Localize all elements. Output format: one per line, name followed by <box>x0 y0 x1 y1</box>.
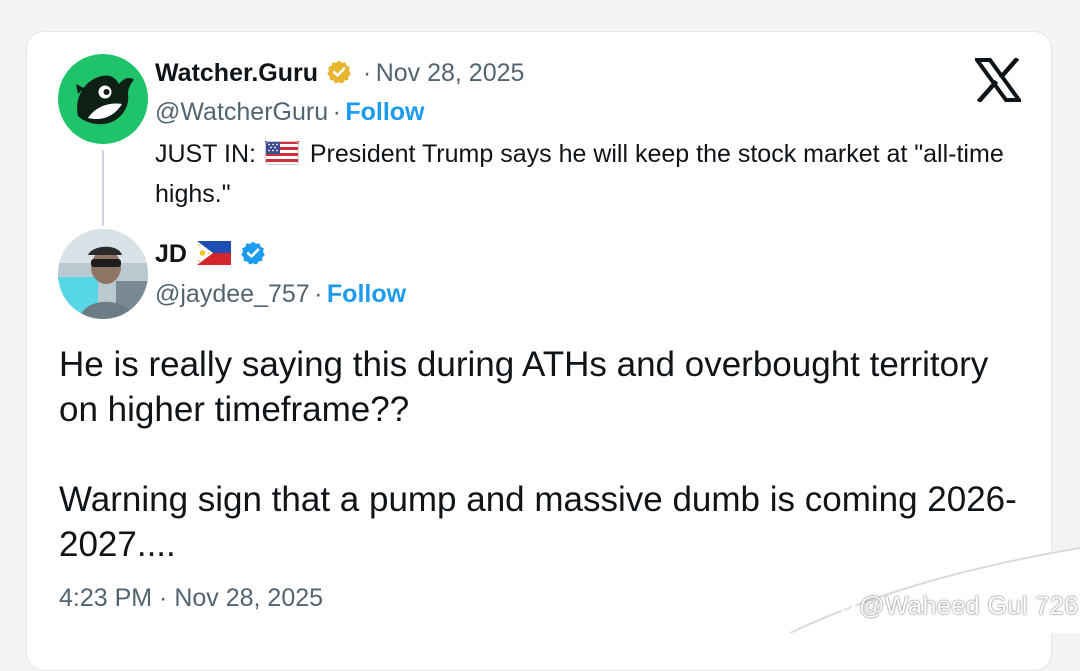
blue-verified-badge-icon <box>240 240 266 271</box>
post-author-name[interactable]: JD <box>155 240 187 268</box>
us-flag-icon <box>264 139 299 176</box>
post-author-handle[interactable]: @jaydee_757 <box>155 280 310 308</box>
post-timestamp[interactable]: 4:23 PM · Nov 28, 2025 <box>59 584 323 613</box>
quoted-post-header: Watcher.Guru · Nov 28, 2025 <box>155 59 524 90</box>
quoted-author-handle[interactable]: @WatcherGuru <box>155 98 328 126</box>
watermark-text: @Waheed Gul 726 <box>835 592 1079 623</box>
watermark-label: @Waheed Gul 726 <box>859 592 1079 620</box>
jd-avatar[interactable] <box>58 229 148 319</box>
quoted-post-text: JUST IN: President Trump says he will ke… <box>155 136 1015 213</box>
gold-verified-badge-icon <box>326 59 352 90</box>
quoted-author-name[interactable]: Watcher.Guru <box>155 59 318 87</box>
x-logo-icon[interactable] <box>973 56 1023 104</box>
post-paragraph: He is really saying this during ATHs and… <box>59 345 989 429</box>
post-handle-row: @jaydee_757 · Follow <box>155 280 407 308</box>
whale-logo-icon <box>76 75 134 125</box>
philippines-flag-icon <box>197 241 232 270</box>
follow-jaydee-button[interactable]: Follow <box>327 280 406 308</box>
quoted-handle-row: @WatcherGuru · Follow <box>155 98 425 126</box>
quoted-post-date[interactable]: Nov 28, 2025 <box>376 59 525 87</box>
post-header: JD <box>155 240 266 271</box>
quoted-text-prefix: JUST IN: <box>155 140 256 168</box>
follow-watcherguru-button[interactable]: Follow <box>345 98 424 126</box>
post-body: He is really saying this during ATHs and… <box>59 342 1029 567</box>
embedded-tweet-card[interactable]: Watcher.Guru · Nov 28, 2025 @WatcherGuru… <box>26 31 1052 671</box>
thread-connector-line <box>102 150 104 226</box>
watcherguru-avatar[interactable] <box>58 54 148 144</box>
post-paragraph: Warning sign that a pump and massive dum… <box>59 480 1017 564</box>
diamond-icon <box>835 594 857 623</box>
